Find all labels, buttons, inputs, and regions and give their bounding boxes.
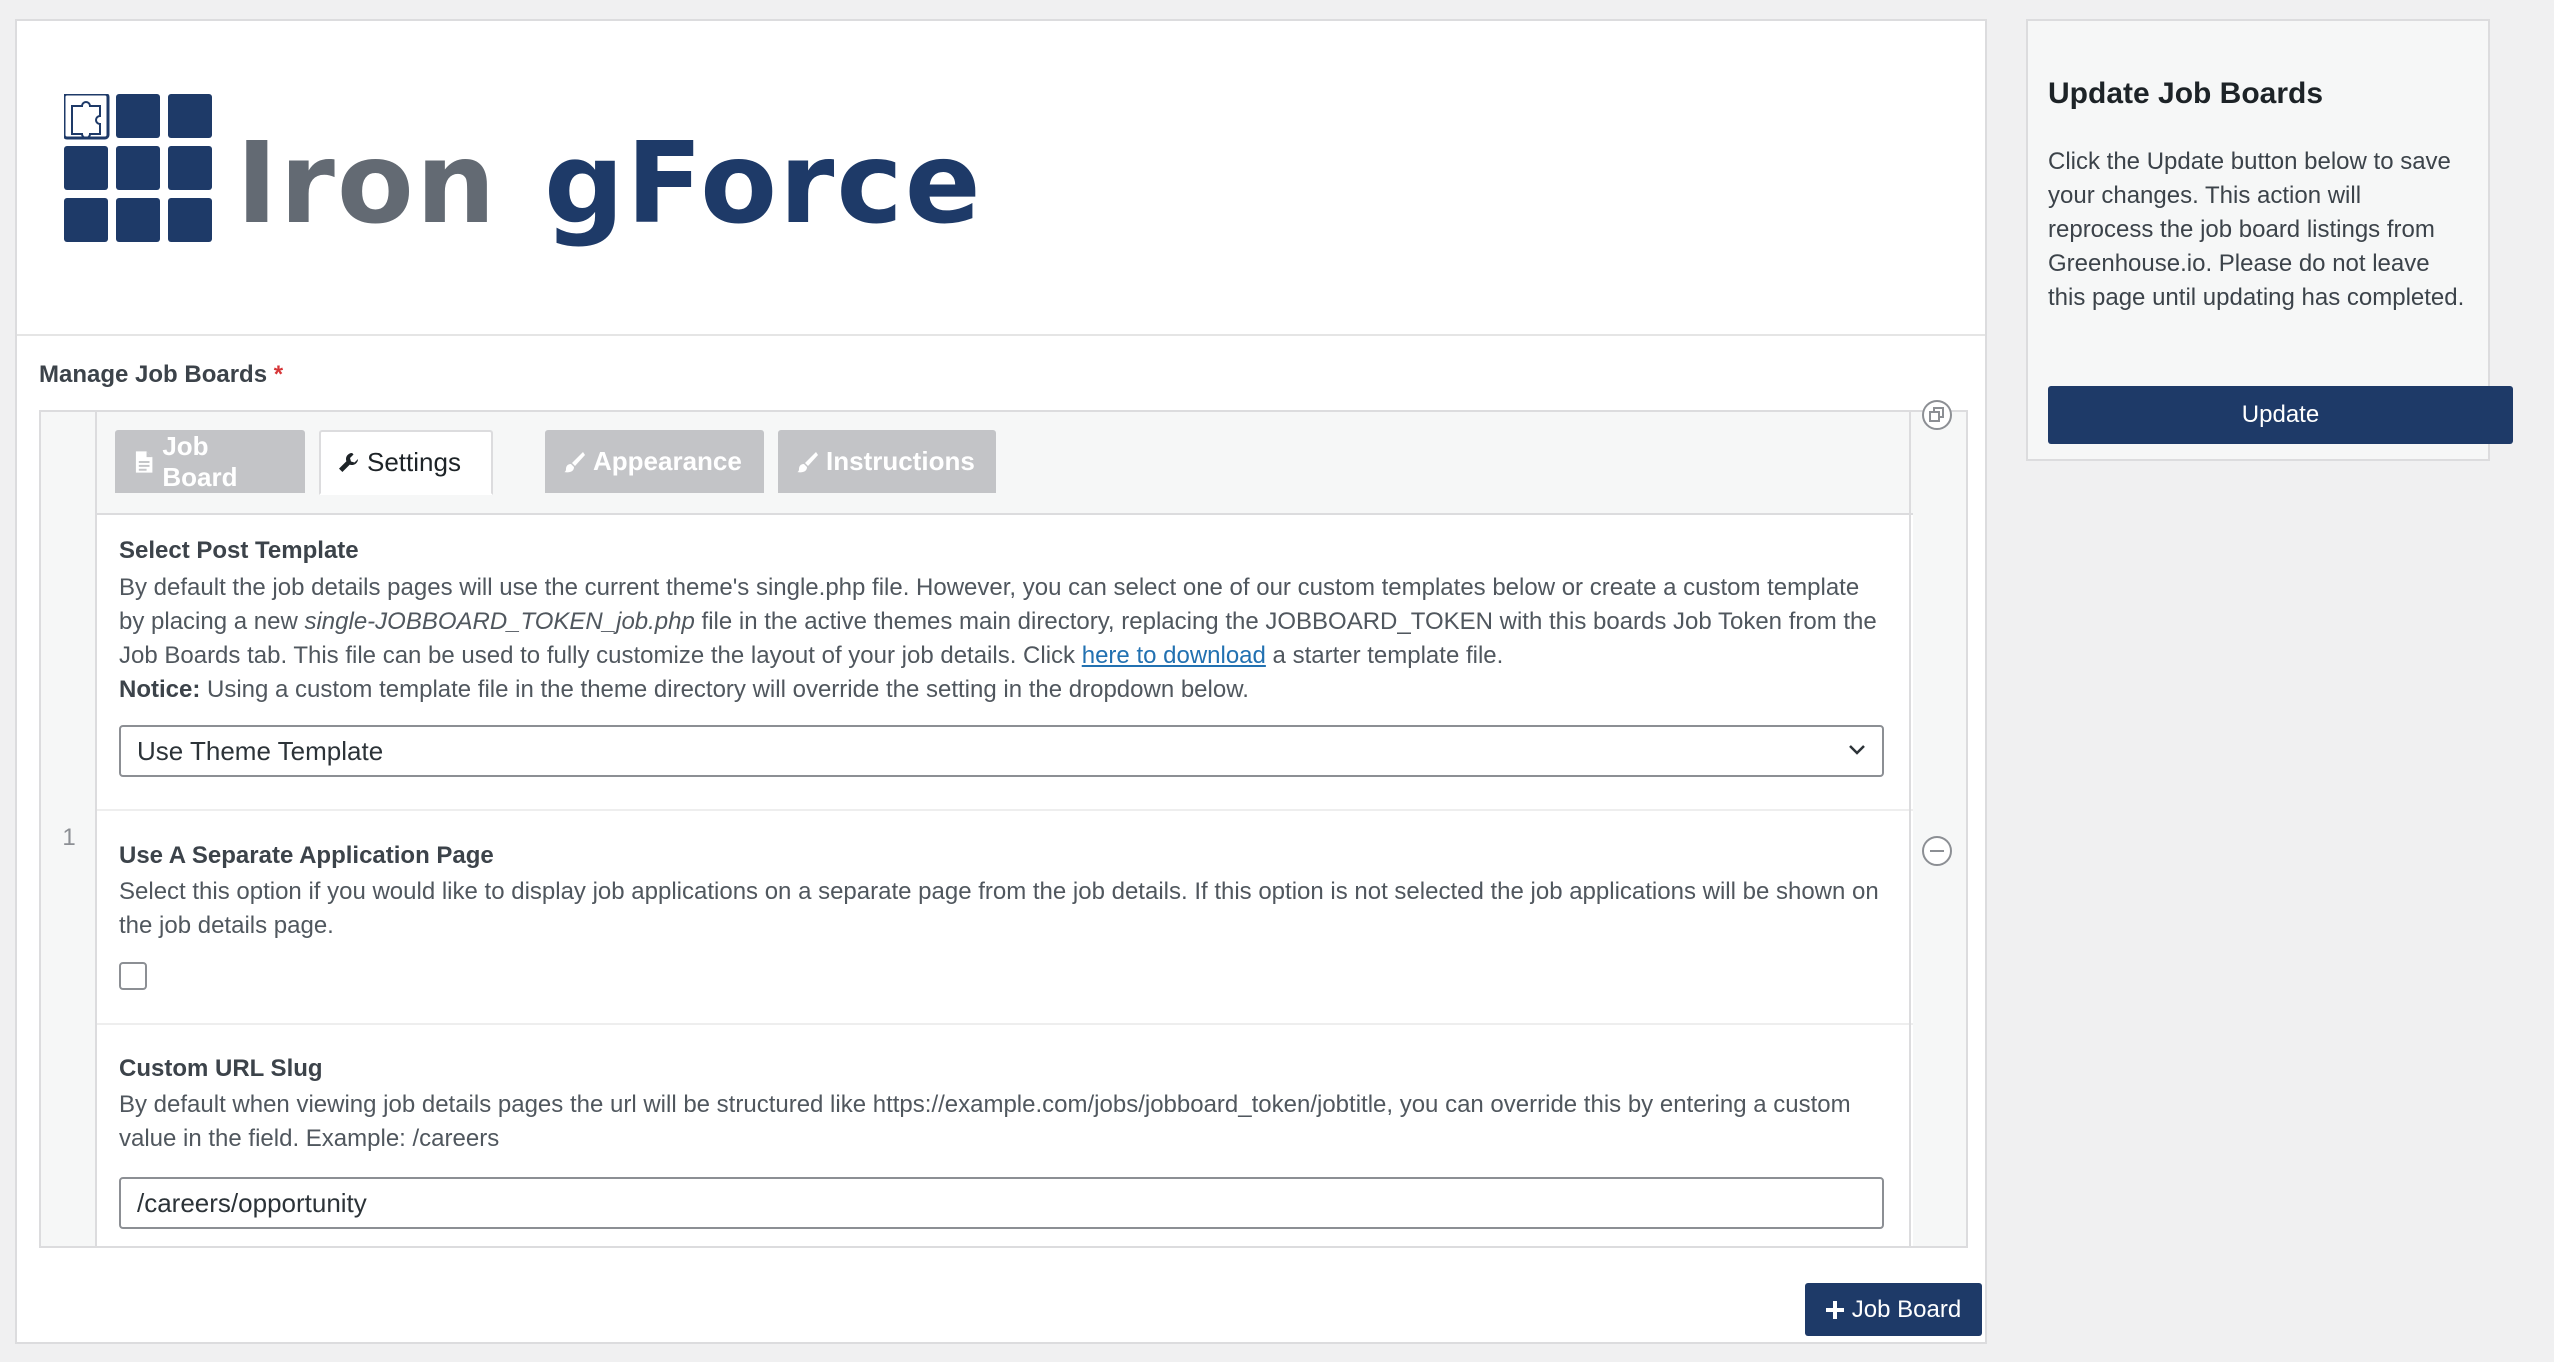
duplicate-row-button[interactable]	[1922, 400, 1952, 430]
main-panel: Iron gForce Manage Job Boards * 1 Job Bo…	[15, 19, 1987, 1344]
notice-text: Using a custom template file in the them…	[207, 676, 1249, 703]
add-job-board-button[interactable]: Job Board	[1805, 1283, 1982, 1336]
tab-label: Instructions	[826, 446, 975, 476]
minus-icon	[1930, 850, 1944, 852]
add-button-label: Job Board	[1851, 1295, 1962, 1323]
tab-instructions[interactable]: Instructions	[778, 430, 996, 493]
separate-application-section: Use A Separate Application Page Select t…	[97, 811, 1913, 1025]
separate-page-description: Select this option if you would like to …	[119, 878, 1879, 939]
tab-label: Appearance	[593, 446, 742, 476]
post-template-select[interactable]: Use Theme Template	[119, 725, 1884, 777]
url-slug-title: Custom URL Slug	[119, 1055, 323, 1082]
field-label-text: Manage Job Boards	[39, 361, 268, 388]
update-side-panel: Update Job Boards Click the Update butto…	[2026, 19, 2513, 461]
update-button-label: Update	[2241, 401, 2320, 428]
update-button[interactable]: Update	[2048, 386, 2513, 444]
tab-appearance[interactable]: Appearance	[545, 430, 764, 493]
url-slug-description: By default when viewing job details page…	[119, 1091, 1851, 1152]
chevron-down-icon	[1849, 745, 1865, 755]
row-actions	[1909, 400, 1966, 1246]
notice-label: Notice:	[119, 676, 201, 703]
svg-text:Iron: Iron	[236, 119, 498, 249]
document-icon	[135, 450, 153, 473]
svg-text:gForce: gForce	[544, 119, 983, 249]
download-template-link[interactable]: here to download	[1082, 642, 1266, 669]
post-template-section: Select Post Template By default the job …	[97, 515, 1913, 811]
post-template-title: Select Post Template	[119, 537, 359, 564]
url-slug-input[interactable]: /careers/opportunity	[119, 1177, 1884, 1229]
logo-area: Iron gForce	[17, 21, 1985, 336]
input-value: /careers/opportunity	[137, 1187, 367, 1218]
separate-page-title: Use A Separate Application Page	[119, 842, 494, 869]
tab-settings[interactable]: Settings	[319, 430, 493, 495]
required-mark: *	[273, 361, 284, 388]
job-board-repeater: 1 Job Board Settings Appearance Instruct…	[39, 400, 1968, 1248]
select-value: Use Theme Template	[137, 735, 384, 766]
iron-gforce-logo: Iron gForce	[64, 94, 983, 249]
template-filename: single-JOBBOARD_TOKEN_job.php	[304, 608, 695, 635]
tab-label: Job Board	[162, 430, 238, 492]
row-handle[interactable]: 1	[41, 412, 97, 1246]
brush-icon	[797, 451, 818, 472]
side-panel-description: Click the Update button below to save yo…	[2048, 148, 2465, 311]
plus-icon	[1825, 1300, 1844, 1319]
url-slug-section: Custom URL Slug By default when viewing …	[97, 1025, 1913, 1246]
wrench-icon	[339, 452, 359, 472]
brush-icon	[564, 451, 585, 472]
post-template-description: By default the job details pages will us…	[119, 574, 1877, 703]
separate-page-checkbox[interactable]	[119, 962, 147, 990]
tab-job-board[interactable]: Job Board	[115, 430, 305, 493]
tab-label: Settings	[367, 447, 461, 477]
side-panel-title: Update Job Boards	[2048, 77, 2324, 110]
manage-job-boards-label: Manage Job Boards *	[39, 361, 283, 389]
row-content: Job Board Settings Appearance Instructio…	[97, 412, 1913, 1246]
remove-row-button[interactable]	[1922, 836, 1952, 866]
settings-pane: Select Post Template By default the job …	[97, 515, 1913, 1246]
tab-bar: Job Board Settings Appearance Instructio…	[97, 412, 1913, 515]
row-number: 1	[62, 824, 76, 851]
